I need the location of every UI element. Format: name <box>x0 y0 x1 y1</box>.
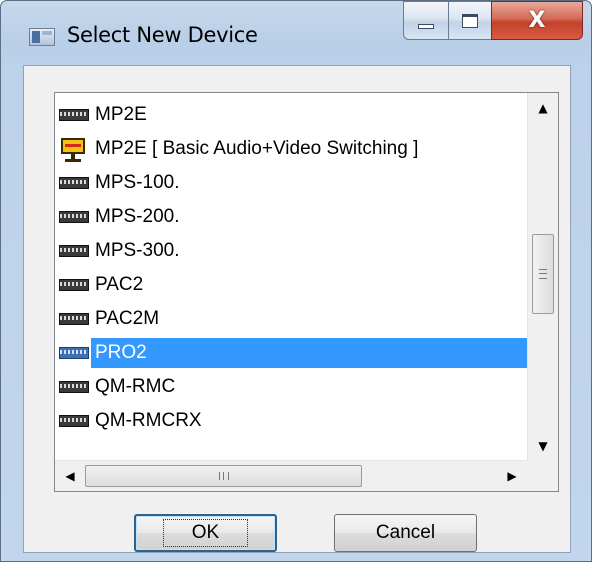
scroll-down-arrow-icon[interactable]: ▼ <box>528 431 558 461</box>
list-item[interactable]: MPS-200. <box>57 200 527 234</box>
list-item[interactable]: PRO2 <box>57 336 527 370</box>
device-listbox[interactable]: MP2E MP2E [ Basic Audio+Video Switching ]… <box>54 92 559 492</box>
list-item[interactable]: MPS-100. <box>57 166 527 200</box>
device-icon <box>59 109 89 121</box>
list-item[interactable]: MPS-300. <box>57 234 527 268</box>
device-list-items: MP2E MP2E [ Basic Audio+Video Switching ]… <box>55 93 527 461</box>
list-item-label: MP2E [ Basic Audio+Video Switching ] <box>95 138 419 159</box>
scroll-right-arrow-icon[interactable]: ▶ <box>497 461 527 491</box>
list-item-label: MP2E <box>95 104 147 125</box>
caption-buttons: X <box>403 1 583 41</box>
minimize-icon <box>418 24 434 29</box>
list-item-label: QM-RMCRX <box>95 410 202 431</box>
list-item-label: PRO2 <box>91 338 527 368</box>
grip-icon <box>218 472 229 480</box>
list-item[interactable]: QM-RMCRX <box>57 404 527 438</box>
device-icon <box>59 381 89 393</box>
device-icon <box>59 245 89 257</box>
device-icon <box>59 313 89 325</box>
scroll-up-arrow-icon[interactable]: ▲ <box>528 93 558 123</box>
horizontal-scrollbar[interactable]: ◀ ▶ <box>55 460 527 491</box>
device-icon <box>59 279 89 291</box>
close-button[interactable]: X <box>491 1 583 40</box>
window-title: Select New Device <box>67 23 258 47</box>
list-item-label: PAC2M <box>95 308 160 329</box>
list-item[interactable]: MP2E [ Basic Audio+Video Switching ] <box>57 132 527 166</box>
device-icon <box>59 211 89 223</box>
switch-icon <box>59 135 87 163</box>
list-item-label: MPS-100. <box>95 172 180 193</box>
vertical-scrollbar[interactable]: ▲ ▼ <box>527 93 558 461</box>
cancel-button-label: Cancel <box>375 522 436 543</box>
horizontal-scroll-thumb[interactable] <box>85 465 362 487</box>
list-item-label: MPS-200. <box>95 206 180 227</box>
device-icon <box>59 177 89 189</box>
list-item[interactable]: PAC2 <box>57 268 527 302</box>
minimize-button[interactable] <box>403 1 449 40</box>
ok-button[interactable]: OK <box>134 514 277 552</box>
list-item[interactable]: PAC2M <box>57 302 527 336</box>
dialog-window: Select New Device X MP2E MP2E [ Basic Aud… <box>0 0 592 562</box>
application-icon <box>29 28 55 46</box>
scrollbar-corner <box>527 460 558 491</box>
list-item[interactable]: MP2E <box>57 98 527 132</box>
close-icon: X <box>528 7 546 33</box>
dialog-client-area: MP2E MP2E [ Basic Audio+Video Switching ]… <box>23 65 571 553</box>
vertical-scroll-thumb[interactable] <box>532 234 554 314</box>
grip-icon <box>539 269 547 279</box>
list-item-label: PAC2 <box>95 274 144 295</box>
ok-button-label: OK <box>162 519 249 547</box>
maximize-button[interactable] <box>448 1 492 40</box>
cancel-button[interactable]: Cancel <box>334 514 477 552</box>
list-item-label: QM-RMC <box>95 376 176 397</box>
list-item[interactable]: QM-RMC <box>57 370 527 404</box>
title-bar[interactable]: Select New Device X <box>1 1 591 65</box>
scroll-left-arrow-icon[interactable]: ◀ <box>55 461 85 491</box>
list-item-label: MPS-300. <box>95 240 180 261</box>
device-icon <box>59 415 89 427</box>
device-icon <box>59 347 89 359</box>
maximize-icon <box>462 13 478 28</box>
